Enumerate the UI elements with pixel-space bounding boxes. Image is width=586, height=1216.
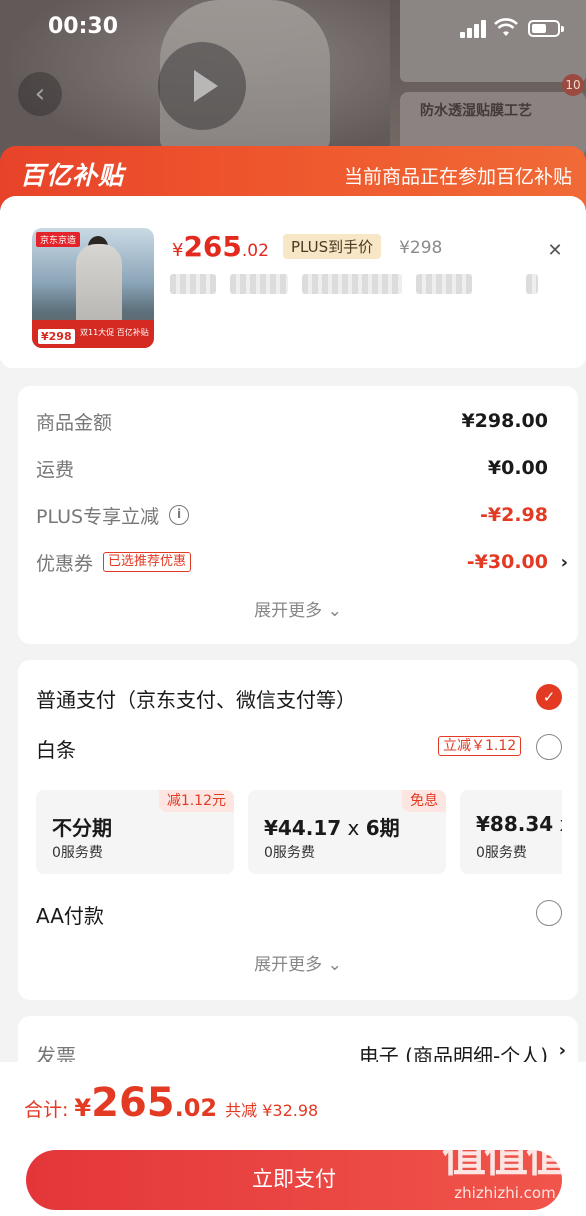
shipping-value: ¥0.00	[487, 457, 548, 479]
chevron-right-icon: ›	[558, 1040, 566, 1061]
subsidy-logo: 百亿补贴	[20, 161, 125, 190]
subsidy-banner-text: 当前商品正在参加百亿补贴	[343, 166, 572, 188]
plan-fee: 0服务费	[264, 845, 315, 861]
expand-more-label: 展开更多	[254, 955, 323, 975]
price-integer: 265	[183, 230, 242, 263]
plan-amount: ¥88.34 x	[476, 812, 562, 836]
checkmark-icon[interactable]: ✓	[536, 684, 562, 710]
goods-amount-label: 商品金额	[36, 411, 113, 434]
payment-method-card: 普通支付（京东支付、微信支付等） ✓ 白条 立减￥1.12 不分期 0服务费 减…	[18, 660, 578, 1000]
aa-payment-option[interactable]: AA付款	[36, 900, 104, 929]
plan-amount: 不分期	[52, 816, 112, 840]
product-title-blurred	[170, 274, 538, 296]
plan-fee: 0服务费	[52, 845, 103, 861]
coupon-recommended-tag: 已选推荐优惠	[103, 552, 192, 572]
baitiao-discount-tag: 立减￥1.12	[438, 736, 522, 756]
expand-more-amounts[interactable]: 展开更多 ⌄	[18, 596, 578, 621]
baitiao-radio[interactable]	[536, 734, 562, 760]
site-watermark: 值值值 zhizhizhi.com	[430, 1132, 580, 1212]
chevron-down-icon: ⌄	[327, 601, 342, 621]
expand-more-payments[interactable]: 展开更多 ⌄	[18, 950, 578, 975]
battery-icon	[528, 20, 564, 37]
plan-badge: 免息	[402, 790, 446, 812]
plus-price-tag: PLUS到手价	[282, 234, 382, 259]
price-decimal: .02	[241, 241, 269, 261]
product-card: 京东京造 ¥298 双11大促 百亿补贴 ¥ 265 .02 PLUS到手价 ¥…	[0, 196, 586, 368]
price-currency: ¥	[172, 240, 184, 261]
plus-discount-value: -¥2.98	[480, 504, 548, 526]
installment-plan[interactable]: 不分期 0服务费 减1.12元	[36, 790, 234, 874]
total-decimal: .02	[174, 1094, 218, 1122]
close-icon[interactable]: ✕	[542, 238, 568, 264]
goods-amount-value: ¥298.00	[461, 410, 548, 432]
plan-amount: ¥44.17 x 6期	[264, 816, 400, 840]
product-image: 京东京造 ¥298 双11大促 百亿补贴	[32, 228, 154, 348]
status-time: 00:30	[48, 14, 119, 39]
coupon-row[interactable]: 优惠券 已选推荐优惠 -¥30.00 ›	[36, 547, 568, 577]
image-promo-strip: ¥298 双11大促 百亿补贴	[32, 320, 154, 348]
aa-payment-radio[interactable]	[536, 900, 562, 926]
image-price-tag: ¥298	[38, 329, 75, 344]
original-price: ¥298	[399, 238, 443, 258]
coupon-value: -¥30.00	[466, 551, 548, 573]
store-logo-tag: 京东京造	[36, 232, 81, 247]
total-label: 合计:	[24, 1099, 69, 1121]
goods-amount-row: 商品金额 ¥298.00	[36, 406, 548, 436]
total-currency: ¥	[74, 1094, 92, 1122]
shipping-row: 运费 ¥0.00	[36, 453, 548, 483]
installment-plan[interactable]: ¥44.17 x 6期 0服务费 免息	[248, 790, 446, 874]
installment-plans: 不分期 0服务费 减1.12元 ¥44.17 x 6期 0服务费 免息 ¥88.…	[36, 790, 562, 876]
plan-badge: 减1.12元	[158, 790, 234, 812]
total-integer: 265	[91, 1080, 175, 1126]
chevron-left-icon: ‹	[18, 72, 62, 116]
image-promo-text: 双11大促 百亿补贴	[80, 328, 149, 337]
total-savings: 共减 ¥32.98	[225, 1101, 319, 1120]
order-total: 合计: ¥ 265 .02 共减 ¥32.98	[24, 1080, 318, 1126]
price-row: ¥ 265 .02 PLUS到手价 ¥298	[172, 230, 443, 263]
normal-payment-option[interactable]: 普通支付（京东支付、微信支付等）	[36, 684, 356, 713]
wifi-icon	[494, 18, 518, 38]
info-icon[interactable]: i	[169, 505, 190, 525]
watermark-url: zhizhizhi.com	[454, 1184, 556, 1202]
chevron-right-icon: ›	[560, 551, 568, 573]
amount-summary-card: 商品金额 ¥298.00 运费 ¥0.00 PLUS专享立减 i -¥2.98 …	[18, 386, 578, 644]
status-bar: 00:30	[0, 0, 586, 58]
coupon-label: 优惠券	[36, 552, 94, 575]
watermark-logo: 值值值	[442, 1131, 570, 1182]
model-jacket	[76, 244, 122, 326]
plus-discount-label: PLUS专享立减	[36, 505, 160, 528]
plus-discount-row: PLUS专享立减 i -¥2.98	[36, 500, 548, 530]
installment-plan[interactable]: ¥88.34 x 0服务费	[460, 790, 562, 874]
baitiao-option[interactable]: 白条	[36, 734, 76, 763]
chevron-down-icon: ⌄	[327, 955, 342, 975]
background-count-badge: 10	[562, 74, 584, 96]
expand-more-label: 展开更多	[254, 601, 323, 621]
shipping-label: 运费	[36, 458, 75, 481]
plan-fee: 0服务费	[476, 845, 527, 861]
cellular-signal-icon	[460, 20, 488, 38]
